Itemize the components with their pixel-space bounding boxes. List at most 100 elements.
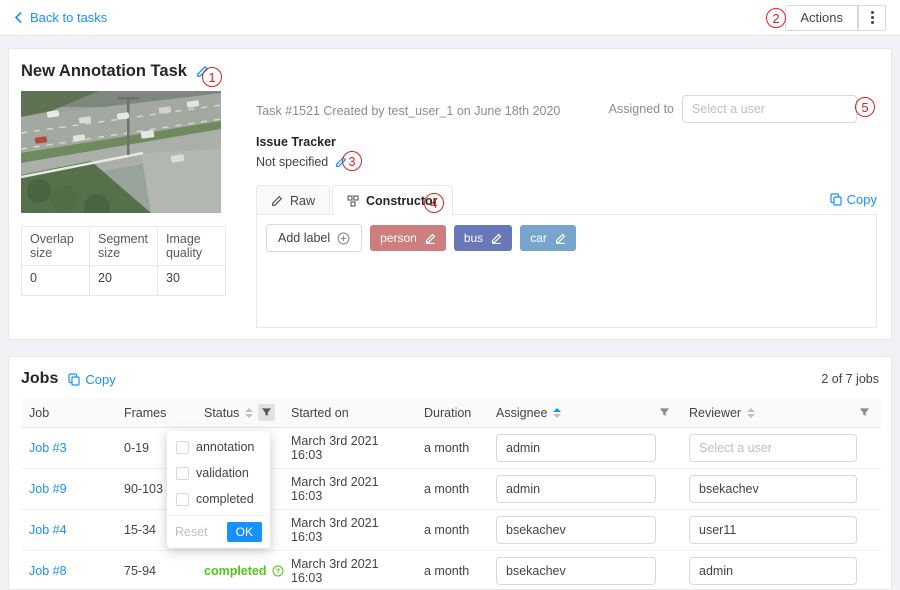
col-job-header: Job xyxy=(29,406,49,420)
copy-icon xyxy=(68,373,80,386)
task-title-row: New Annotation Task xyxy=(21,62,209,81)
actions-menu-button[interactable] xyxy=(858,5,886,31)
param-header: Overlap size xyxy=(22,227,90,266)
question-circle-icon[interactable]: ? xyxy=(272,565,284,577)
callout-5: 5 xyxy=(855,97,875,117)
actions-button[interactable]: Actions xyxy=(785,5,858,31)
param-value: 30 xyxy=(158,266,226,296)
labels-tabs: Raw Constructor Copy xyxy=(256,183,877,215)
add-label-text: Add label xyxy=(278,231,330,245)
duration-cell: a month xyxy=(416,510,488,551)
status-filter-icon[interactable] xyxy=(258,404,275,421)
callout-2: 2 xyxy=(766,8,786,28)
copy-labels-link[interactable]: Copy xyxy=(830,192,877,207)
col-duration-header: Duration xyxy=(424,406,471,420)
pencil-icon xyxy=(271,195,283,207)
job-assignee-input[interactable] xyxy=(496,557,656,585)
started-cell: March 3rd 2021 16:03 xyxy=(283,469,416,510)
table-row: Job #8 75-94 completed ? March 3rd 2021 … xyxy=(21,551,881,590)
job-reviewer-input[interactable] xyxy=(689,516,857,544)
checkbox-icon[interactable] xyxy=(176,467,189,480)
param-value: 20 xyxy=(90,266,158,296)
assignee-filter-icon[interactable] xyxy=(656,404,673,421)
filter-option-label: validation xyxy=(196,466,249,480)
col-status-header[interactable]: Status xyxy=(204,406,239,420)
status-filter-dropdown: annotation validation completed Reset OK xyxy=(167,431,270,548)
label-chip-text: person xyxy=(380,231,417,245)
issue-tracker-value-row: Not specified xyxy=(256,155,347,169)
job-reviewer-input[interactable] xyxy=(689,434,857,462)
issue-tracker-value: Not specified xyxy=(256,155,328,169)
assigned-to-label: Assigned to xyxy=(609,102,674,116)
jobs-table-header-row: Job Frames Status Started on Duration xyxy=(21,398,881,428)
callout-4: 4 xyxy=(424,193,444,213)
add-label-button[interactable]: Add label xyxy=(266,224,362,252)
duration-cell: a month xyxy=(416,469,488,510)
edit-label-icon[interactable] xyxy=(425,233,436,244)
chevron-left-icon xyxy=(14,11,23,24)
col-assignee-header[interactable]: Assignee xyxy=(496,406,547,420)
sort-carets-icon[interactable] xyxy=(747,408,755,418)
label-chip-person[interactable]: person xyxy=(370,225,446,251)
plus-circle-icon xyxy=(337,232,350,245)
filter-reset-button[interactable]: Reset xyxy=(175,525,208,539)
filter-option-validation[interactable]: validation xyxy=(167,460,270,486)
label-chip-bus[interactable]: bus xyxy=(454,225,512,251)
job-link[interactable]: Job #9 xyxy=(29,482,67,496)
assigned-to-box: Assigned to xyxy=(609,95,857,123)
callout-3: 3 xyxy=(342,151,362,171)
copy-jobs-link[interactable]: Copy xyxy=(68,372,115,387)
task-card: New Annotation Task xyxy=(8,48,892,340)
col-reviewer-header[interactable]: Reviewer xyxy=(689,406,741,420)
label-chip-text: bus xyxy=(464,231,483,245)
back-to-tasks-link[interactable]: Back to tasks xyxy=(14,10,107,25)
job-assignee-input[interactable] xyxy=(496,516,656,544)
table-row: Job #9 90-103 March 3rd 2021 16:03 a mon… xyxy=(21,469,881,510)
copy-jobs-label: Copy xyxy=(85,372,115,387)
job-link[interactable]: Job #4 xyxy=(29,523,67,537)
edit-label-icon[interactable] xyxy=(555,233,566,244)
duration-cell: a month xyxy=(416,428,488,469)
constructor-icon xyxy=(347,195,359,207)
job-reviewer-input[interactable] xyxy=(689,475,857,503)
job-link[interactable]: Job #3 xyxy=(29,441,67,455)
task-title: New Annotation Task xyxy=(21,62,187,81)
svg-text:?: ? xyxy=(275,568,279,575)
vertical-dots-icon xyxy=(871,11,874,24)
status-badge: completed ? xyxy=(204,564,284,578)
jobs-table: Job Frames Status Started on Duration xyxy=(21,398,881,590)
edit-label-icon[interactable] xyxy=(491,233,502,244)
filter-option-completed[interactable]: completed xyxy=(167,486,270,512)
tab-raw[interactable]: Raw xyxy=(256,185,330,216)
jobs-card: Jobs Copy 2 of 7 jobs Job Frames xyxy=(8,356,892,590)
task-assignee-input[interactable] xyxy=(682,95,857,123)
sort-carets-icon[interactable] xyxy=(553,408,561,418)
task-meta: Task #1521 Created by test_user_1 on Jun… xyxy=(256,104,560,118)
copy-labels-label: Copy xyxy=(847,192,877,207)
filter-option-annotation[interactable]: annotation xyxy=(167,434,270,460)
job-link[interactable]: Job #8 xyxy=(29,564,67,578)
col-frames-header: Frames xyxy=(124,406,166,420)
status-text: completed xyxy=(204,564,267,578)
filter-ok-button[interactable]: OK xyxy=(227,522,262,542)
copy-icon xyxy=(830,193,842,206)
task-detail-page: Back to tasks Actions New Annotation Tas… xyxy=(0,0,900,590)
filter-option-label: annotation xyxy=(196,440,254,454)
frames-cell: 75-94 xyxy=(116,551,196,590)
reviewer-filter-icon[interactable] xyxy=(856,404,873,421)
labels-constructor-panel: Add label person bus car xyxy=(256,214,877,328)
checkbox-icon[interactable] xyxy=(176,493,189,506)
tab-raw-label: Raw xyxy=(290,194,315,208)
label-chip-car[interactable]: car xyxy=(520,225,576,251)
param-value: 0 xyxy=(22,266,90,296)
label-chip-text: car xyxy=(530,231,547,245)
job-reviewer-input[interactable] xyxy=(689,557,857,585)
job-assignee-input[interactable] xyxy=(496,434,656,462)
filter-option-label: completed xyxy=(196,492,254,506)
top-bar: Back to tasks Actions xyxy=(0,0,900,36)
param-header: Image quality xyxy=(158,227,226,266)
sort-carets-icon[interactable] xyxy=(245,408,253,418)
checkbox-icon[interactable] xyxy=(176,441,189,454)
table-row: Job #3 0-19 March 3rd 2021 16:03 a month xyxy=(21,428,881,469)
job-assignee-input[interactable] xyxy=(496,475,656,503)
